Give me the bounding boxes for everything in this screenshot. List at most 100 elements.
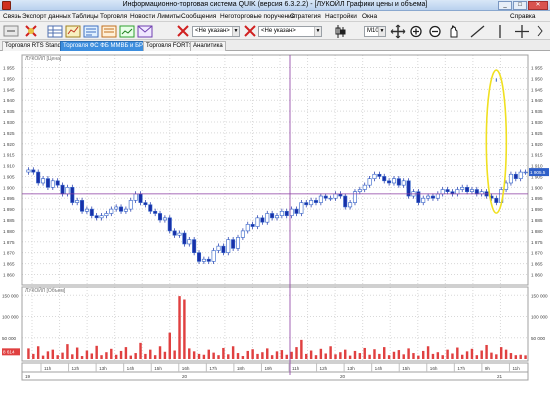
candle-style-icon[interactable]: [335, 25, 346, 38]
menu-limits[interactable]: Лимиты: [157, 13, 181, 20]
candle-body: [323, 195, 328, 199]
volume-bar: [183, 299, 186, 359]
crosshair-icon[interactable]: [515, 25, 529, 38]
menu-tables[interactable]: Таблицы: [72, 13, 99, 20]
candle-body: [104, 213, 109, 216]
interval-select[interactable]: M10 ▼: [364, 26, 386, 37]
candle-body: [36, 171, 41, 184]
menu-settings[interactable]: Настройки: [325, 13, 357, 20]
price-tick-right: 1 925: [531, 131, 543, 136]
volume-bar: [56, 355, 59, 359]
menu-messages[interactable]: Сообщения: [181, 13, 216, 20]
candle-body: [41, 178, 46, 184]
news-icon[interactable]: [101, 25, 117, 38]
volume-bar: [431, 353, 435, 359]
close-button[interactable]: ✕: [528, 1, 548, 10]
time-tick: 17h: [457, 366, 465, 371]
candle-body: [65, 187, 70, 195]
line-tool-icon[interactable]: [470, 25, 485, 38]
orders-icon[interactable]: [83, 25, 99, 38]
price-panel-label: ЛУКОЙЛ [Цена]: [25, 54, 62, 62]
volume-tick-left: 150 000: [2, 293, 19, 298]
time-axis-hours: [21, 362, 529, 373]
volume-bar: [139, 342, 142, 359]
disconnect-icon[interactable]: [25, 25, 37, 37]
candle-body: [377, 173, 382, 177]
price-tick-left: 1 875: [3, 240, 15, 245]
time-tick: 17h: [209, 366, 217, 371]
menu-export[interactable]: Экспорт данных: [22, 13, 71, 20]
title-bar: Информационно-торговая система QUIK (вер…: [0, 0, 550, 11]
time-tick: 9h: [485, 366, 491, 371]
menu-nontrading[interactable]: Неготорговые поручения: [220, 13, 295, 20]
chart-window-icon[interactable]: [65, 25, 81, 38]
menu-trading[interactable]: Торговля: [100, 13, 127, 20]
zoom-out-icon[interactable]: [429, 25, 441, 38]
volume-bar: [71, 354, 74, 359]
volume-bar: [275, 351, 279, 359]
candle-body: [426, 195, 431, 199]
volume-bar: [32, 353, 35, 359]
volume-bar: [485, 344, 488, 359]
menu-svyaz[interactable]: Связь: [3, 13, 21, 20]
volume-bar: [407, 348, 410, 359]
candle-body: [513, 173, 518, 179]
chevron-down-icon: ▼: [378, 27, 385, 36]
menu-strategy[interactable]: Стратегия: [290, 13, 321, 20]
volume-bar: [353, 350, 357, 359]
volume-bar: [397, 350, 401, 359]
zoom-in-icon[interactable]: [410, 25, 422, 38]
candle-body: [401, 180, 406, 186]
volume-bar: [490, 352, 493, 359]
chart-area[interactable]: ЛУКОЙЛ [Цена] ЛУКОЙЛ [Объем] 1 955 1 955 1 …: [0, 51, 550, 413]
candle-body: [313, 200, 318, 203]
volume-bar: [178, 296, 181, 359]
maximize-button[interactable]: □: [513, 1, 527, 10]
messages-icon[interactable]: [137, 25, 153, 38]
candle-body: [114, 206, 119, 210]
menu-bar: Связь Экспорт данных Таблицы Торговля Но…: [0, 11, 550, 22]
refresh-icon[interactable]: [3, 25, 19, 37]
volume-bar: [524, 355, 527, 359]
price-tick-right: 1 915: [531, 153, 543, 158]
volume-tick-left: 100 000: [2, 315, 19, 320]
more-tools-icon[interactable]: [537, 25, 543, 37]
time-axis-dates: [21, 371, 529, 381]
menu-news[interactable]: Новости: [130, 13, 155, 20]
candle-body: [192, 239, 197, 253]
candle-body: [387, 180, 392, 184]
candle-body: [523, 171, 528, 174]
time-tick: 19h: [264, 366, 272, 371]
menu-windows[interactable]: Окна: [362, 13, 377, 20]
cancel-filter-icon[interactable]: [177, 25, 189, 37]
portfolio-icon[interactable]: [119, 25, 135, 38]
candle-body: [70, 187, 75, 203]
tab-forts[interactable]: Торговля FORTS: [143, 41, 196, 51]
instrument-combo-2[interactable]: <Не указан> ▼: [258, 26, 322, 37]
volume-bar: [270, 355, 274, 359]
minimize-button[interactable]: _: [498, 1, 512, 10]
volume-bar: [51, 349, 55, 359]
candle-body: [226, 239, 231, 253]
time-tick: 15h: [154, 366, 162, 371]
price-tick-right: 1 895: [531, 196, 543, 201]
volume-bar: [295, 347, 298, 359]
price-tick-left: 1 930: [3, 120, 15, 125]
table-icon[interactable]: [47, 25, 63, 38]
volume-bar: [344, 349, 347, 359]
tab-analytics[interactable]: Аналитика: [190, 41, 226, 51]
candle-body: [45, 178, 50, 188]
candle-body: [50, 180, 55, 188]
candle-body: [148, 204, 153, 212]
move-icon[interactable]: [390, 24, 406, 39]
menu-help[interactable]: Справка: [510, 13, 536, 20]
cancel-filter-icon-2[interactable]: [244, 25, 256, 37]
candle-body: [128, 200, 133, 210]
instrument-combo-1[interactable]: <Не указан> ▼: [192, 26, 240, 37]
date-label: 20: [182, 374, 188, 379]
hand-pan-icon[interactable]: [450, 25, 458, 38]
candle-body: [284, 210, 289, 216]
price-tick-left: 1 935: [3, 109, 15, 114]
price-tick-right: 1 865: [531, 262, 543, 267]
candle-body: [260, 217, 265, 223]
